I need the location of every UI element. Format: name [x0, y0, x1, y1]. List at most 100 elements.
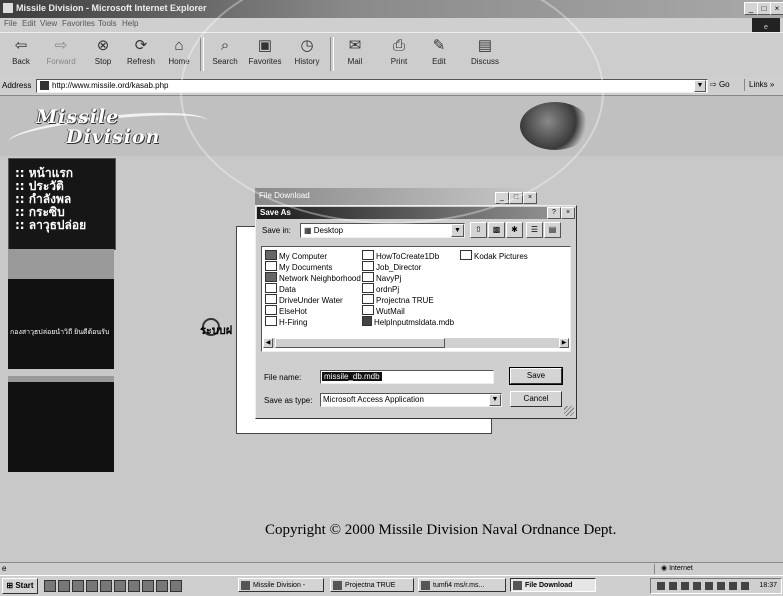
file-item[interactable]: ElseHot — [265, 305, 307, 316]
file-item[interactable]: HelpInputmsldata.mdb — [362, 316, 454, 327]
nav-item-missile[interactable]: :: ลาวุธปล่อย — [15, 219, 115, 232]
quicklaunch-app-icon[interactable] — [128, 580, 140, 592]
page-icon — [40, 81, 49, 90]
details-view-button[interactable]: ▤ — [544, 222, 561, 238]
folder-icon — [265, 305, 277, 315]
scroll-right-button[interactable]: ▶ — [559, 338, 569, 348]
close-button[interactable]: × — [770, 2, 783, 15]
help-button[interactable]: ? — [547, 207, 561, 219]
scrollbar-thumb[interactable] — [275, 338, 445, 348]
list-view-button[interactable]: ☰ — [526, 222, 543, 238]
quicklaunch-outlook-icon[interactable] — [58, 580, 70, 592]
menu-edit[interactable]: Edit — [22, 19, 36, 28]
menu-tools[interactable]: Tools — [98, 19, 117, 28]
stop-button[interactable]: ⊗ Stop — [84, 35, 122, 73]
file-item[interactable]: Kodak Pictures — [460, 250, 528, 261]
quicklaunch-app-icon[interactable] — [156, 580, 168, 592]
file-name-input[interactable]: missile_db.mdb — [320, 370, 494, 384]
copyright-text: Copyright © 2000 Missile Division Naval … — [265, 522, 617, 538]
tray-icon[interactable] — [669, 582, 677, 590]
file-item[interactable]: Data — [265, 283, 296, 294]
my-computer-icon — [265, 250, 277, 260]
quicklaunch-app-icon[interactable] — [86, 580, 98, 592]
file-item[interactable]: H-Firing — [265, 316, 307, 327]
maximize-button[interactable]: □ — [757, 2, 771, 15]
welcome-text: กองสาวุธปล่อยนำวิถี ยินดีต้อนรับ — [10, 329, 110, 336]
go-button[interactable]: ⇨ Go — [710, 80, 730, 89]
chevron-down-icon[interactable]: ▼ — [489, 394, 501, 406]
chevron-down-icon[interactable]: ▼ — [451, 224, 464, 237]
windows-logo-icon: ⊞ — [6, 581, 14, 590]
address-dropdown-button[interactable]: ▼ — [694, 80, 706, 92]
refresh-button[interactable]: ⟳ Refresh — [122, 35, 160, 73]
save-as-type-dropdown[interactable]: Microsoft Access Application ▼ — [320, 393, 502, 407]
address-url: http://www.missile.ord/kasab.php — [52, 81, 169, 90]
start-button[interactable]: ⊞ Start — [2, 578, 38, 594]
forward-button[interactable]: ⇨ Forward — [42, 35, 80, 73]
file-item[interactable]: My Computer — [265, 250, 327, 261]
folder-icon — [362, 261, 374, 271]
file-item[interactable]: Projectna TRUE — [362, 294, 434, 305]
file-list-scrollbar[interactable]: ◀ ▶ — [263, 338, 569, 348]
quicklaunch-app-icon[interactable] — [170, 580, 182, 592]
task-button-file-download[interactable]: File Download — [510, 578, 596, 592]
save-in-label: Save in: — [262, 226, 291, 235]
task-button-projectna[interactable]: Projectna TRUE — [330, 578, 414, 592]
task-button-missile-division[interactable]: Missile Division - — [238, 578, 324, 592]
file-item[interactable]: NavyPj — [362, 272, 401, 283]
file-item[interactable]: Job_Director — [362, 261, 421, 272]
ie-status-icon: e — [2, 564, 7, 573]
minimize-button[interactable]: _ — [744, 2, 758, 15]
app-icon — [421, 581, 430, 590]
folder-icon — [265, 261, 277, 271]
main-heading: ระบบฝ — [200, 324, 233, 337]
tray-icon[interactable] — [657, 582, 665, 590]
menu-view[interactable]: View — [40, 19, 57, 28]
file-item[interactable]: Network Neighborhood — [265, 272, 361, 283]
file-item[interactable]: My Documents — [265, 261, 332, 272]
save-in-dropdown[interactable]: ▦ Desktop ▼ — [300, 223, 465, 238]
list-view-icon: ☰ — [530, 225, 539, 234]
left-panel-box — [8, 376, 114, 472]
file-item[interactable]: HowToCreate1Db — [362, 250, 439, 261]
quicklaunch-app-icon[interactable] — [100, 580, 112, 592]
quicklaunch-app-icon[interactable] — [142, 580, 154, 592]
taskbar: ⊞ Start Missile Division - Projectna TRU… — [0, 575, 783, 596]
quicklaunch-ie-icon[interactable] — [44, 580, 56, 592]
file-item[interactable]: WutMail — [362, 305, 405, 316]
folder-icon — [265, 316, 277, 326]
tray-icon[interactable] — [693, 582, 701, 590]
links-button[interactable]: Links » — [744, 79, 783, 91]
stop-icon: ⊗ — [96, 37, 110, 54]
file-item[interactable]: ordnPj — [362, 283, 399, 294]
up-one-level-button[interactable]: ⇧ — [470, 222, 487, 238]
save-button[interactable]: Save — [509, 367, 563, 385]
menu-file[interactable]: File — [4, 19, 17, 28]
resize-grip[interactable] — [564, 406, 574, 416]
save-as-dialog: Save As ? × Save in: ▦ Desktop ▼ ⇧ ▩ ✱ ☰… — [255, 205, 577, 419]
scroll-left-button[interactable]: ◀ — [263, 338, 273, 348]
clock[interactable]: 18:37 — [759, 579, 777, 593]
desktop-button[interactable]: ▩ — [488, 222, 505, 238]
save-as-close-button[interactable]: × — [561, 207, 575, 219]
tray-icon[interactable] — [705, 582, 713, 590]
save-as-title: Save As — [260, 208, 291, 217]
security-zone: ◉ Internet — [654, 564, 783, 574]
cancel-button[interactable]: Cancel — [510, 391, 562, 407]
file-list[interactable]: My Computer My Documents Network Neighbo… — [261, 246, 571, 352]
tray-icon[interactable] — [729, 582, 737, 590]
menu-favorites[interactable]: Favorites — [62, 19, 95, 28]
task-button-ms[interactable]: tumfi4 ms/r.ms... — [418, 578, 506, 592]
file-item[interactable]: DriveUnder Water — [265, 294, 343, 305]
menu-help[interactable]: Help — [122, 19, 138, 28]
quicklaunch-app-icon[interactable] — [114, 580, 126, 592]
tray-icon[interactable] — [681, 582, 689, 590]
back-button[interactable]: ⇦ Back — [2, 35, 40, 73]
new-folder-icon: ✱ — [511, 225, 518, 234]
window-title: Missile Division - Microsoft Internet Ex… — [16, 3, 207, 13]
forward-arrow-icon: ⇨ — [54, 37, 68, 54]
new-folder-button[interactable]: ✱ — [506, 222, 523, 238]
speaker-icon[interactable] — [741, 582, 749, 590]
quicklaunch-desktop-icon[interactable] — [72, 580, 84, 592]
tray-icon[interactable] — [717, 582, 725, 590]
